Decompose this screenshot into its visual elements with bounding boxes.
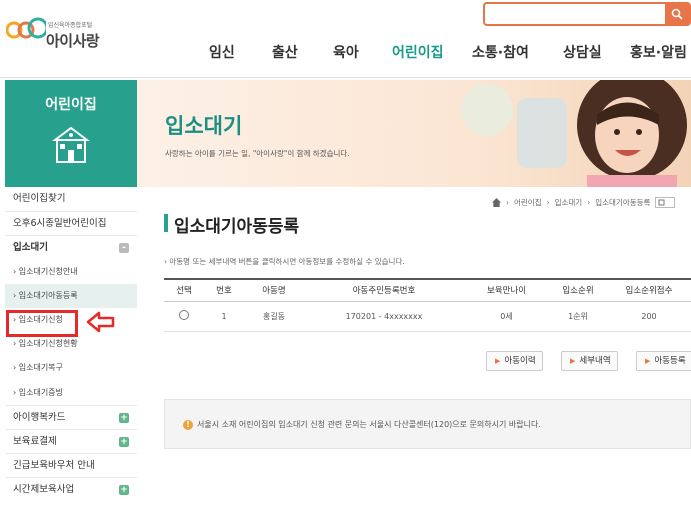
page-banner: 입소대기 사랑하는 아이를 기르는 일, "아이사랑"이 함께 하겠습니다. [137, 80, 691, 187]
child-table: 선택 번호 아동명 아동주민등록번호 보육만나이 입소순위 입소순위점수 1 홍… [164, 278, 691, 332]
gnb-item-community[interactable]: 소통·참여 [472, 42, 529, 62]
logo-name: 아이사랑 [46, 32, 100, 50]
col-header: 번호 [204, 278, 244, 302]
button-label: 아동이력 [504, 356, 536, 366]
table-cell: 200 [607, 301, 691, 332]
lnb-item-label: › 입소대기신청현황 [13, 339, 78, 349]
page-title: 입소대기아동등록 [174, 217, 300, 237]
triangle-icon: ▶ [645, 357, 651, 365]
table-cell: 1순위 [549, 301, 607, 332]
expand-icon[interactable]: + [119, 436, 129, 447]
gnb-item-childcare[interactable]: 육아 [333, 42, 359, 62]
col-header: 입소순위 [549, 278, 607, 302]
gnb-item-counsel[interactable]: 상담실 [563, 42, 602, 62]
expand-icon[interactable]: + [119, 485, 129, 496]
logo-mark-icon [6, 17, 46, 39]
lnb-item-label: 입소대기 [13, 242, 48, 254]
triangle-icon: ▶ [495, 357, 501, 365]
gnb-item-daycare[interactable]: 어린이집 [392, 42, 444, 62]
info-icon: ! [183, 420, 193, 430]
select-radio[interactable] [179, 310, 189, 320]
site-header: 임신육아종합포털 아이사랑 임신 출산 육아 어린이집 소통·참여 상담실 홍보… [0, 0, 691, 78]
lnb-item-label: 긴급보육바우처 안내 [13, 460, 95, 472]
banner-title: 입소대기 [165, 114, 243, 138]
site-logo[interactable]: 임신육아종합포털 아이사랑 [6, 8, 116, 58]
lnb-item-label: › 입소대기증빙 [13, 387, 63, 397]
lnb-item-happy-card[interactable]: 아이행복카드 + [5, 404, 137, 429]
child-name-link[interactable]: 홍길동 [244, 301, 304, 332]
detail-button[interactable]: ▶ 세부내역 [561, 351, 618, 371]
lnb-item-label: 오후6시종일반어린이집 [13, 218, 107, 230]
col-header: 선택 [164, 278, 204, 302]
lnb-subitem-waitlist-proof[interactable]: › 입소대기증빙 [5, 381, 137, 405]
lnb-item-emergency-voucher[interactable]: 긴급보육바우처 안내 [5, 453, 137, 477]
highlight-annotation [6, 310, 78, 337]
breadcrumb-current: 입소대기아동등록 [595, 198, 651, 207]
child-history-button[interactable]: ▶ 아동이력 [486, 351, 543, 371]
print-icon[interactable] [655, 197, 676, 208]
home-icon[interactable] [492, 198, 501, 207]
lnb-subitem-waitlist-guide[interactable]: › 입소대기신청안내 [5, 260, 137, 284]
breadcrumb-item[interactable]: 어린이집 [514, 197, 542, 208]
lnb-item-label: › 입소대기신청안내 [13, 266, 78, 276]
banner-illustration [461, 80, 687, 187]
breadcrumb-sep: › [546, 198, 550, 207]
expand-icon[interactable]: + [119, 412, 129, 423]
info-box: ! 서울시 소재 어린이집의 입소대기 신청 관련 문의는 서울시 다산콜센터(1… [164, 399, 691, 449]
info-text: 서울시 소재 어린이집의 입소대기 신청 관련 문의는 서울시 다산콜센터(12… [197, 420, 541, 429]
info-text-wrap: ! 서울시 소재 어린이집의 입소대기 신청 관련 문의는 서울시 다산콜센터(1… [183, 419, 541, 430]
search-button[interactable] [665, 2, 689, 26]
table-row: 1 홍길동 170201 - 4xxxxxxx 0세 1순위 200 [164, 301, 691, 332]
select-cell[interactable] [164, 301, 204, 332]
lnb-item-6pm-daycare[interactable]: 오후6시종일반어린이집 [5, 211, 137, 235]
col-header: 아동명 [244, 278, 304, 302]
lnb-item-fee-payment[interactable]: 보육료결제 + [5, 428, 137, 453]
lnb-header: 어린이집 [5, 80, 137, 187]
gnb-item-pregnancy[interactable]: 임신 [209, 42, 235, 62]
banner-subtitle: 사랑하는 아이를 기르는 일, "아이사랑"이 함께 하겠습니다. [165, 149, 350, 158]
lnb-subitem-waitlist-restore[interactable]: › 입소대기복구 [5, 356, 137, 380]
col-header: 보육만나이 [464, 278, 549, 302]
search-box[interactable] [483, 2, 691, 26]
lnb-item-waitlist[interactable]: 입소대기 - [5, 235, 137, 259]
page-notice: › 아동명 또는 세부내역 버튼을 클릭하시면 아동정보를 수정하실 수 있습니… [164, 257, 405, 266]
breadcrumb: › 어린이집 › 입소대기 › 입소대기아동등록 [492, 197, 676, 208]
register-child-button[interactable]: ▶ 아동등록 [636, 351, 691, 371]
lnb-item-label: › 입소대기아동등록 [13, 290, 78, 300]
lnb-item-label: 보육료결제 [13, 435, 57, 447]
breadcrumb-item[interactable]: 입소대기 [555, 197, 583, 208]
left-arrow-icon [86, 311, 115, 333]
triangle-icon: ▶ [570, 357, 576, 365]
lnb-item-label: › 입소대기복구 [13, 363, 63, 373]
gnb-item-birth[interactable]: 출산 [272, 42, 298, 62]
table-cell: 170201 - 4xxxxxxx [304, 301, 464, 332]
button-label: 아동등록 [654, 356, 686, 366]
breadcrumb-sep: › [587, 198, 591, 207]
gnb-item-notice[interactable]: 홍보·알림 [630, 42, 687, 62]
collapse-icon[interactable]: - [119, 243, 129, 254]
lnb-subitem-child-register[interactable]: › 입소대기아동등록 [5, 283, 137, 308]
button-label: 세부내역 [579, 356, 611, 366]
search-icon [671, 8, 683, 20]
col-header: 아동주민등록번호 [304, 278, 464, 302]
logo-subtitle: 임신육아종합포털 [48, 22, 93, 29]
table-cell: 0세 [464, 301, 549, 332]
breadcrumb-sep: › [506, 198, 509, 207]
lnb-item-label: 시간제보육사업 [13, 484, 75, 496]
lnb-item-hourly-care[interactable]: 시간제보육사업 + [5, 477, 137, 501]
table-header-row: 선택 번호 아동명 아동주민등록번호 보육만나이 입소순위 입소순위점수 [164, 278, 691, 302]
lnb-list: 어린이집찾기 오후6시종일반어린이집 입소대기 - › 입소대기신청안내 › 입소… [5, 187, 137, 501]
lnb-item-daycare-search[interactable]: 어린이집찾기 [5, 187, 137, 211]
lnb-title: 어린이집 [45, 97, 97, 113]
col-header: 입소순위점수 [607, 278, 691, 302]
lnb-item-label: 어린이집찾기 [13, 193, 66, 204]
daycare-building-icon [52, 126, 90, 163]
table-cell: 1 [204, 301, 244, 332]
lnb-item-label: 아이행복카드 [13, 411, 66, 423]
